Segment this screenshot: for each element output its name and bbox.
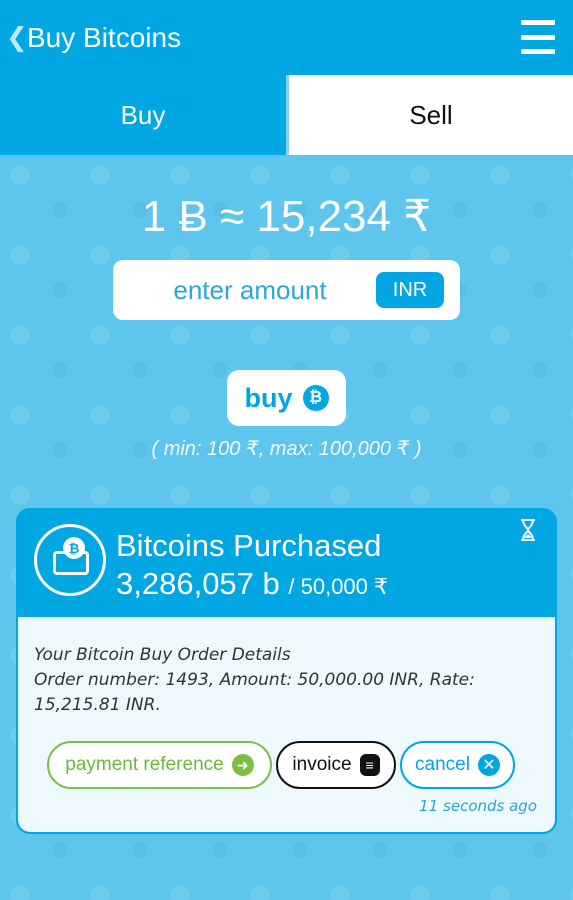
purchase-card: ₿ Bitcoins Purchased 3,286,057 b / 50,00…	[16, 508, 557, 834]
cancel-label: cancel	[415, 754, 470, 775]
buy-limits: ( min: 100 ₹, max: 100,000 ₹ )	[151, 438, 422, 460]
purchase-card-header: ₿ Bitcoins Purchased 3,286,057 b / 50,00…	[18, 510, 555, 617]
exchange-rate: 1 Ƀ ≈ 15,234 ₹	[141, 192, 432, 241]
order-details: Your Bitcoin Buy Order Details Order num…	[34, 643, 524, 718]
payment-reference-button[interactable]: payment reference ➜	[47, 741, 272, 789]
document-icon: ≡	[359, 754, 380, 776]
arrow-right-icon: ➜	[231, 754, 254, 776]
app-bar: ❮ Buy Bitcoins	[0, 0, 573, 75]
currency-selector[interactable]: INR	[376, 272, 444, 308]
cancel-button[interactable]: cancel ✕	[400, 741, 515, 789]
invoice-label: invoice	[292, 754, 352, 775]
card-title: Bitcoins Purchased	[116, 528, 382, 563]
page-title: Buy Bitcoins	[27, 22, 182, 53]
amount-input[interactable]	[135, 270, 365, 310]
details-heading: Your Bitcoin Buy Order Details	[34, 645, 291, 665]
order-details-panel: Your Bitcoin Buy Order Details Order num…	[18, 617, 555, 832]
bits-amount: 3,286,057 b	[116, 566, 280, 601]
details-info: Order number: 1493, Amount: 50,000.00 IN…	[34, 670, 475, 715]
wallet-icon: ₿	[34, 524, 106, 596]
hourglass-icon	[521, 519, 535, 541]
buy-button-label: buy	[244, 382, 293, 413]
card-amounts: 3,286,057 b / 50,000 ₹	[116, 564, 388, 607]
buy-button[interactable]: buy ₿	[227, 370, 346, 426]
amount-field: INR	[113, 260, 460, 320]
bitcoin-icon: ₿	[302, 385, 329, 411]
chevron-left-icon[interactable]: ❮	[6, 22, 28, 52]
hamburger-menu-icon[interactable]	[521, 20, 555, 54]
inr-amount: / 50,000 ₹	[288, 574, 389, 599]
invoice-button[interactable]: invoice ≡	[276, 741, 396, 789]
tab-sell[interactable]: Sell	[289, 75, 573, 155]
tab-buy[interactable]: Buy	[0, 75, 286, 155]
timestamp: 11 seconds ago	[419, 797, 537, 815]
close-icon: ✕	[477, 754, 500, 776]
payment-reference-label: payment reference	[65, 754, 224, 775]
tab-bar: Buy Sell	[0, 75, 573, 155]
